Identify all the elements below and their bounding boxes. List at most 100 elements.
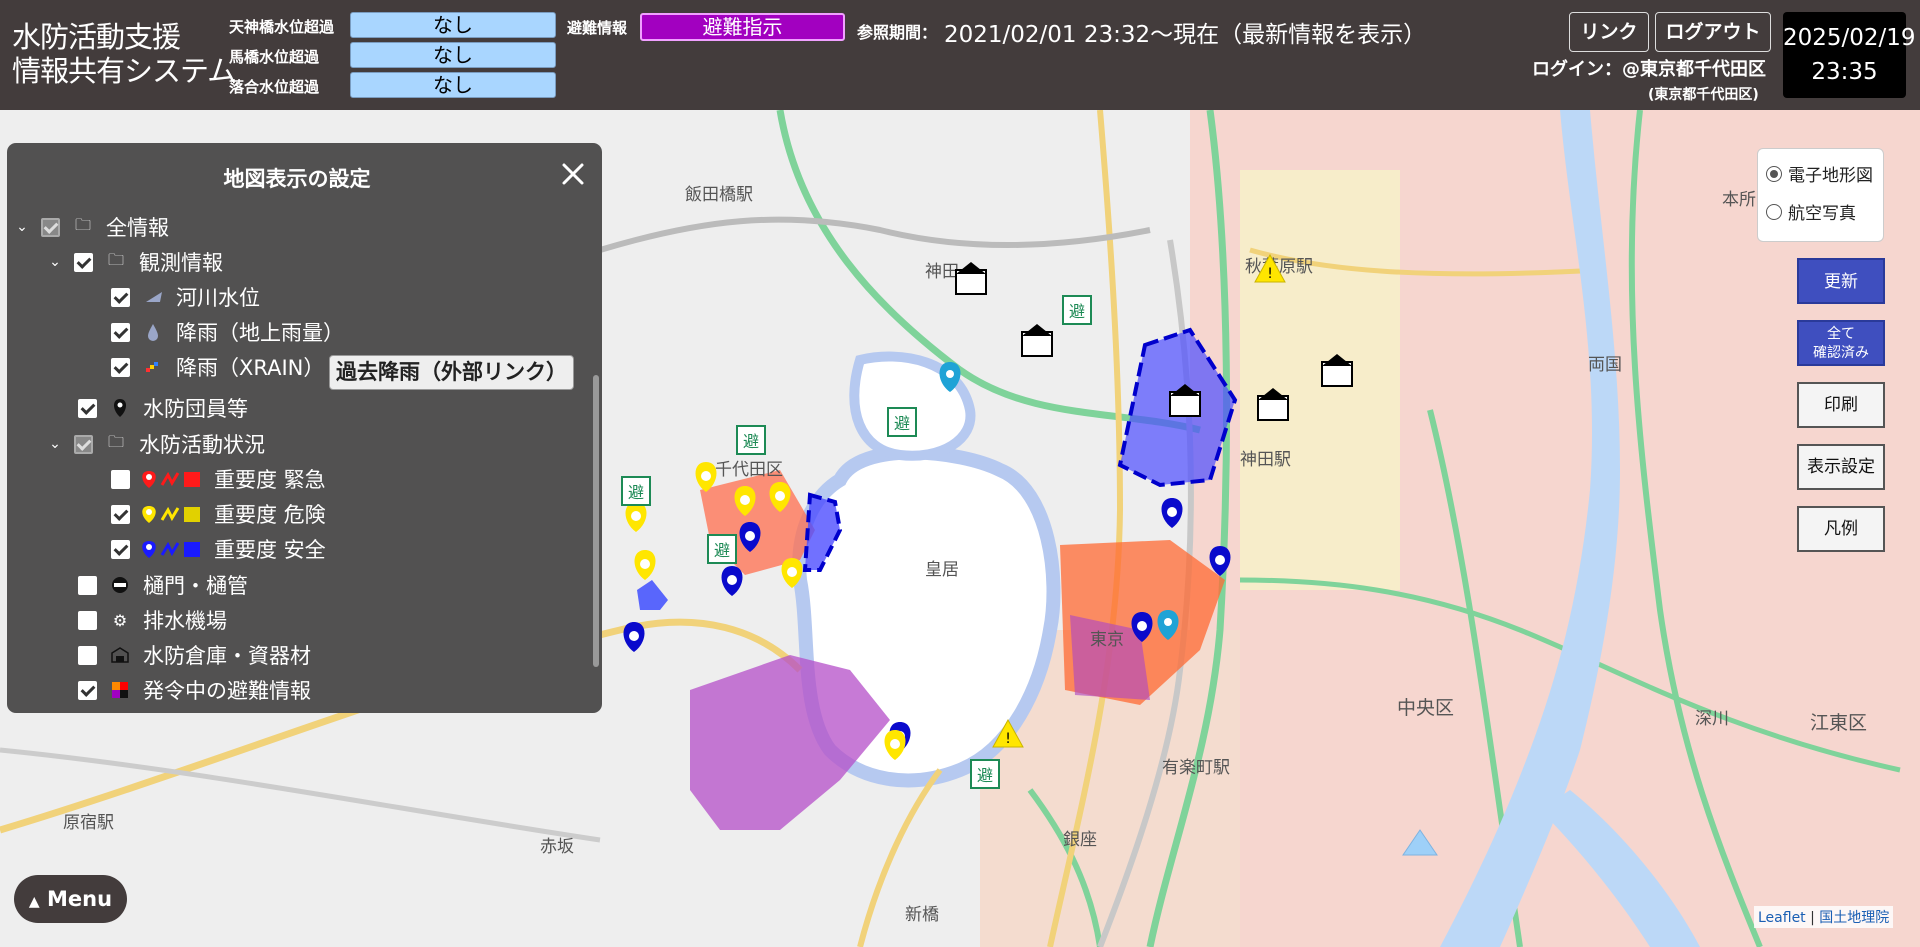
- link-button[interactable]: リンク: [1569, 12, 1649, 52]
- svg-text:!: !: [1267, 266, 1273, 282]
- marker-pin-yellow[interactable]: [695, 462, 717, 492]
- checkbox-rain-xrain[interactable]: [111, 357, 130, 377]
- checkbox-all[interactable]: [41, 217, 60, 237]
- tree-item-rain-xrain[interactable]: 降雨（XRAIN）: [111, 352, 324, 382]
- chevron-down-icon[interactable]: ⌄: [44, 436, 66, 452]
- login-user: ログイン：@東京都千代田区: [1532, 59, 1766, 80]
- water-level-value-ochiai: なし: [350, 72, 556, 98]
- tree-item-pump-station[interactable]: ⚙ 排水機場: [78, 605, 227, 635]
- marker-person-cyan[interactable]: [939, 362, 961, 392]
- checkbox-severity-safe[interactable]: [111, 539, 130, 559]
- tree-item-warehouse[interactable]: 水防倉庫・資器材: [78, 640, 311, 670]
- severity-red-icon: [140, 468, 204, 490]
- gsi-link[interactable]: 国土地理院: [1819, 910, 1889, 926]
- water-level-value-umahashi: なし: [350, 42, 556, 68]
- marker-shelter-green[interactable]: 避: [1062, 295, 1092, 325]
- display-settings-button[interactable]: 表示設定: [1797, 444, 1885, 490]
- past-rain-external-link-button[interactable]: 過去降雨（外部リンク）: [329, 355, 574, 390]
- marker-pin-blue[interactable]: [1131, 612, 1153, 642]
- svg-text:避: 避: [894, 414, 910, 433]
- confirm-all-button[interactable]: 全て 確認済み: [1797, 320, 1885, 366]
- marker-pin-blue[interactable]: [623, 622, 645, 652]
- marker-school[interactable]: [1257, 388, 1289, 421]
- radio-topo[interactable]: [1766, 165, 1782, 182]
- menu-button[interactable]: ▲ Menu: [14, 875, 127, 923]
- person-pin-icon: [107, 397, 133, 419]
- checkbox-pump-station[interactable]: [78, 610, 97, 630]
- marker-warning[interactable]: !: [992, 718, 1024, 748]
- svg-text:避: 避: [714, 541, 730, 560]
- marker-warning[interactable]: !: [1254, 253, 1286, 283]
- tree-item-evac-info[interactable]: 発令中の避難情報: [78, 675, 311, 705]
- marker-pin-yellow[interactable]: [769, 482, 791, 512]
- tree-item-observation[interactable]: ⌄ 🗀 観測情報: [44, 247, 223, 277]
- checkbox-flood-activity[interactable]: [74, 434, 93, 454]
- tree-item-severity-safe[interactable]: 重要度 安全: [111, 534, 326, 564]
- refresh-button[interactable]: 更新: [1797, 258, 1885, 304]
- marker-shelter-green[interactable]: 避: [707, 534, 737, 564]
- checkbox-severity-danger[interactable]: [111, 504, 130, 524]
- caret-up-icon: ▲: [28, 894, 40, 910]
- marker-pin-yellow[interactable]: [734, 486, 756, 516]
- tree-item-river-level[interactable]: 河川水位: [111, 282, 260, 312]
- checkbox-rain-ground[interactable]: [111, 322, 130, 342]
- checkbox-sluice[interactable]: [78, 575, 97, 595]
- tree-item-flood-activity[interactable]: ⌄ 🗀 水防活動状況: [44, 429, 265, 459]
- marker-shelter-green[interactable]: 避: [970, 759, 1000, 789]
- marker-pin-yellow[interactable]: [781, 558, 803, 588]
- gear-icon: ⚙: [112, 610, 128, 630]
- marker-pin-blue[interactable]: [739, 522, 761, 552]
- river-level-icon: [140, 286, 166, 308]
- tree-item-severity-danger[interactable]: 重要度 危険: [111, 499, 326, 529]
- clock: 2025/02/19 23:35: [1783, 12, 1916, 98]
- marker-school[interactable]: [955, 262, 987, 295]
- marker-pin-yellow[interactable]: [634, 550, 656, 580]
- logout-button[interactable]: ログアウト: [1655, 12, 1771, 52]
- folder-icon: 🗀: [107, 431, 124, 451]
- marker-person-cyan[interactable]: [1157, 610, 1179, 640]
- checkbox-flood-members[interactable]: [78, 398, 97, 418]
- marker-shelter-green[interactable]: 避: [621, 476, 651, 506]
- marker-school[interactable]: [1169, 384, 1201, 417]
- panel-scroll-thumb[interactable]: [593, 375, 599, 667]
- svg-text:避: 避: [1069, 302, 1085, 321]
- checkbox-observation[interactable]: [74, 252, 93, 272]
- layer-settings-panel: 地図表示の設定 ⌄ 🗀 全情報 ⌄ 🗀 観測情報 河川水位 降雨（地上雨量） 降…: [7, 143, 602, 713]
- tree-item-severity-urgent[interactable]: 重要度 緊急: [111, 464, 326, 494]
- marker-pin-blue[interactable]: [1161, 498, 1183, 528]
- basemap-option-aerial[interactable]: 航空写真: [1766, 199, 1856, 224]
- marker-pin-blue[interactable]: [1209, 546, 1231, 576]
- marker-pin-yellow[interactable]: [884, 730, 906, 760]
- close-icon[interactable]: [557, 158, 589, 190]
- panel-title: 地図表示の設定: [223, 167, 371, 191]
- chevron-down-icon[interactable]: ⌄: [11, 219, 33, 235]
- radio-aerial[interactable]: [1766, 203, 1782, 220]
- print-button[interactable]: 印刷: [1797, 382, 1885, 428]
- period-value: 2021/02/01 23:32～現在（最新情報を表示）: [944, 22, 1427, 48]
- checkbox-evac-info[interactable]: [78, 680, 97, 700]
- leaflet-link[interactable]: Leaflet: [1758, 910, 1806, 926]
- marker-pin-yellow[interactable]: [625, 502, 647, 532]
- checkbox-warehouse[interactable]: [78, 645, 97, 665]
- tree-item-flood-members[interactable]: 水防団員等: [78, 393, 248, 423]
- folder-icon: 🗀: [107, 249, 124, 269]
- marker-school[interactable]: [1021, 324, 1053, 357]
- chevron-down-icon[interactable]: ⌄: [44, 254, 66, 270]
- water-level-label-umahashi: 馬橋水位超過: [229, 48, 320, 66]
- marker-school[interactable]: [1321, 354, 1353, 387]
- checkbox-severity-urgent[interactable]: [111, 469, 130, 489]
- svg-text:!: !: [1005, 731, 1011, 747]
- tree-item-sluice[interactable]: 樋門・樋管: [78, 570, 248, 600]
- legend-button[interactable]: 凡例: [1797, 506, 1885, 552]
- water-level-label-ochiai: 落合水位超過: [229, 78, 320, 96]
- marker-shelter-green[interactable]: 避: [887, 407, 917, 437]
- tree-item-all[interactable]: ⌄ 🗀 全情報: [11, 212, 169, 242]
- svg-text:避: 避: [628, 483, 644, 502]
- checkbox-river-level[interactable]: [111, 287, 130, 307]
- severity-blue-icon: [140, 538, 204, 560]
- marker-pin-blue[interactable]: [721, 566, 743, 596]
- basemap-option-topo[interactable]: 電子地形図: [1766, 161, 1873, 186]
- xrain-icon: [140, 356, 166, 378]
- tree-item-rain-ground[interactable]: 降雨（地上雨量）: [111, 317, 344, 347]
- marker-shelter-green[interactable]: 避: [736, 425, 766, 455]
